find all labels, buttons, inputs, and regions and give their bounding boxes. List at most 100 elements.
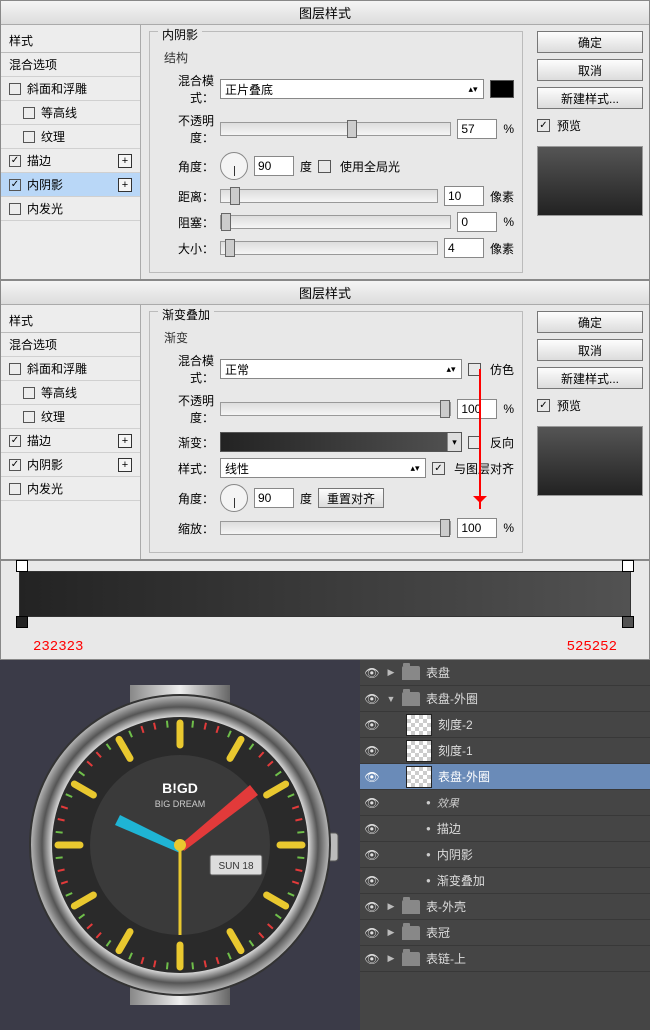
checkbox[interactable] [9, 83, 21, 95]
opacity-slider[interactable] [220, 402, 451, 416]
layer-folder-row[interactable]: 👁▶表冠 [360, 920, 650, 946]
align-checkbox[interactable] [432, 462, 445, 475]
checkbox[interactable] [23, 131, 35, 143]
visibility-icon[interactable]: 👁 [364, 718, 380, 732]
choke-label: 阻塞： [158, 214, 214, 231]
sidebar-item[interactable]: 斜面和浮雕 [1, 357, 140, 381]
blend-mode-select[interactable]: 正片叠底▴▾ [220, 79, 484, 99]
preview-checkbox[interactable] [537, 399, 550, 412]
disclosure-icon[interactable]: ▶ [386, 953, 396, 964]
effect-row[interactable]: 👁●内阴影 [360, 842, 650, 868]
style-select[interactable]: 线性▴▾ [220, 458, 426, 478]
opacity-input[interactable]: 100 [457, 399, 497, 419]
ok-button[interactable]: 确定 [537, 31, 643, 53]
sidebar-header[interactable]: 样式 [1, 29, 140, 53]
choke-slider[interactable] [220, 215, 451, 229]
disclosure-icon[interactable]: ▶ [386, 927, 396, 938]
sidebar-item[interactable]: 描边+ [1, 429, 140, 453]
plus-icon[interactable]: + [118, 458, 132, 472]
opacity-slider[interactable] [220, 122, 451, 136]
checkbox[interactable] [23, 411, 35, 423]
color-stop-right[interactable] [622, 616, 634, 628]
scale-slider[interactable] [220, 521, 451, 535]
gradient-bar[interactable] [19, 571, 631, 617]
visibility-icon[interactable]: 👁 [364, 744, 380, 758]
checkbox[interactable] [9, 155, 21, 167]
sidebar-item[interactable]: 内发光 [1, 197, 140, 221]
size-slider[interactable] [220, 241, 438, 255]
layer-folder-row[interactable]: 👁▼表盘-外圈 [360, 686, 650, 712]
opacity-stop-right[interactable] [622, 560, 634, 572]
visibility-icon[interactable]: 👁 [364, 900, 380, 914]
sidebar-item[interactable]: 内阴影+ [1, 173, 140, 197]
sidebar-item[interactable]: 纹理 [1, 125, 140, 149]
blend-options-row[interactable]: 混合选项 [1, 333, 140, 357]
disclosure-icon[interactable]: ▶ [386, 901, 396, 912]
layer-folder-row[interactable]: 👁▶表盘 [360, 660, 650, 686]
visibility-icon[interactable]: 👁 [364, 770, 380, 784]
blend-options-row[interactable]: 混合选项 [1, 53, 140, 77]
visibility-icon[interactable]: 👁 [364, 822, 380, 836]
effect-row[interactable]: 👁●渐变叠加 [360, 868, 650, 894]
angle-dial[interactable] [220, 152, 248, 180]
angle-input[interactable]: 90 [254, 156, 294, 176]
layer-row[interactable]: 👁刻度-2 [360, 712, 650, 738]
plus-icon[interactable]: + [118, 178, 132, 192]
checkbox[interactable] [23, 107, 35, 119]
size-input[interactable]: 4 [444, 238, 484, 258]
checkbox[interactable] [23, 387, 35, 399]
visibility-icon[interactable]: 👁 [364, 952, 380, 966]
checkbox[interactable] [9, 459, 21, 471]
visibility-icon[interactable]: 👁 [364, 926, 380, 940]
disclosure-icon[interactable]: ▶ [386, 667, 396, 678]
cancel-button[interactable]: 取消 [537, 59, 643, 81]
visibility-icon[interactable]: 👁 [364, 874, 380, 888]
opacity-input[interactable]: 57 [457, 119, 497, 139]
sidebar-item[interactable]: 纹理 [1, 405, 140, 429]
checkbox[interactable] [9, 483, 21, 495]
sidebar-item[interactable]: 内阴影+ [1, 453, 140, 477]
cancel-button[interactable]: 取消 [537, 339, 643, 361]
effect-row[interactable]: 👁●描边 [360, 816, 650, 842]
layer-row[interactable]: 👁刻度-1 [360, 738, 650, 764]
angle-input[interactable]: 90 [254, 488, 294, 508]
sidebar-item[interactable]: 等高线 [1, 381, 140, 405]
visibility-icon[interactable]: 👁 [364, 666, 380, 680]
sidebar-item[interactable]: 等高线 [1, 101, 140, 125]
choke-input[interactable]: 0 [457, 212, 497, 232]
distance-input[interactable]: 10 [444, 186, 484, 206]
plus-icon[interactable]: + [118, 154, 132, 168]
checkbox[interactable] [9, 203, 21, 215]
new-style-button[interactable]: 新建样式... [537, 87, 643, 109]
layer-folder-row[interactable]: 👁▶表-外壳 [360, 894, 650, 920]
color-swatch[interactable] [490, 80, 514, 98]
sidebar-item[interactable]: 描边+ [1, 149, 140, 173]
disclosure-icon[interactable]: ▼ [386, 694, 396, 704]
color-stop-left[interactable] [16, 616, 28, 628]
new-style-button[interactable]: 新建样式... [537, 367, 643, 389]
distance-slider[interactable] [220, 189, 438, 203]
sidebar-header[interactable]: 样式 [1, 309, 140, 333]
global-light-checkbox[interactable] [318, 160, 331, 173]
blend-mode-select[interactable]: 正常▴▾ [220, 359, 462, 379]
preview-label: 预览 [557, 397, 581, 414]
layer-row[interactable]: 👁表盘-外圈 [360, 764, 650, 790]
sidebar-item[interactable]: 斜面和浮雕 [1, 77, 140, 101]
reset-align-button[interactable]: 重置对齐 [318, 488, 384, 508]
checkbox[interactable] [9, 179, 21, 191]
ok-button[interactable]: 确定 [537, 311, 643, 333]
plus-icon[interactable]: + [118, 434, 132, 448]
visibility-icon[interactable]: 👁 [364, 848, 380, 862]
scale-input[interactable]: 100 [457, 518, 497, 538]
checkbox[interactable] [9, 363, 21, 375]
opacity-stop-left[interactable] [16, 560, 28, 572]
checkbox[interactable] [9, 435, 21, 447]
effect-row[interactable]: 👁●效果 [360, 790, 650, 816]
gradient-picker[interactable]: ▾ [220, 432, 462, 452]
layer-folder-row[interactable]: 👁▶表链-上 [360, 946, 650, 972]
angle-dial[interactable] [220, 484, 248, 512]
visibility-icon[interactable]: 👁 [364, 796, 380, 810]
visibility-icon[interactable]: 👁 [364, 692, 380, 706]
preview-checkbox[interactable] [537, 119, 550, 132]
sidebar-item[interactable]: 内发光 [1, 477, 140, 501]
